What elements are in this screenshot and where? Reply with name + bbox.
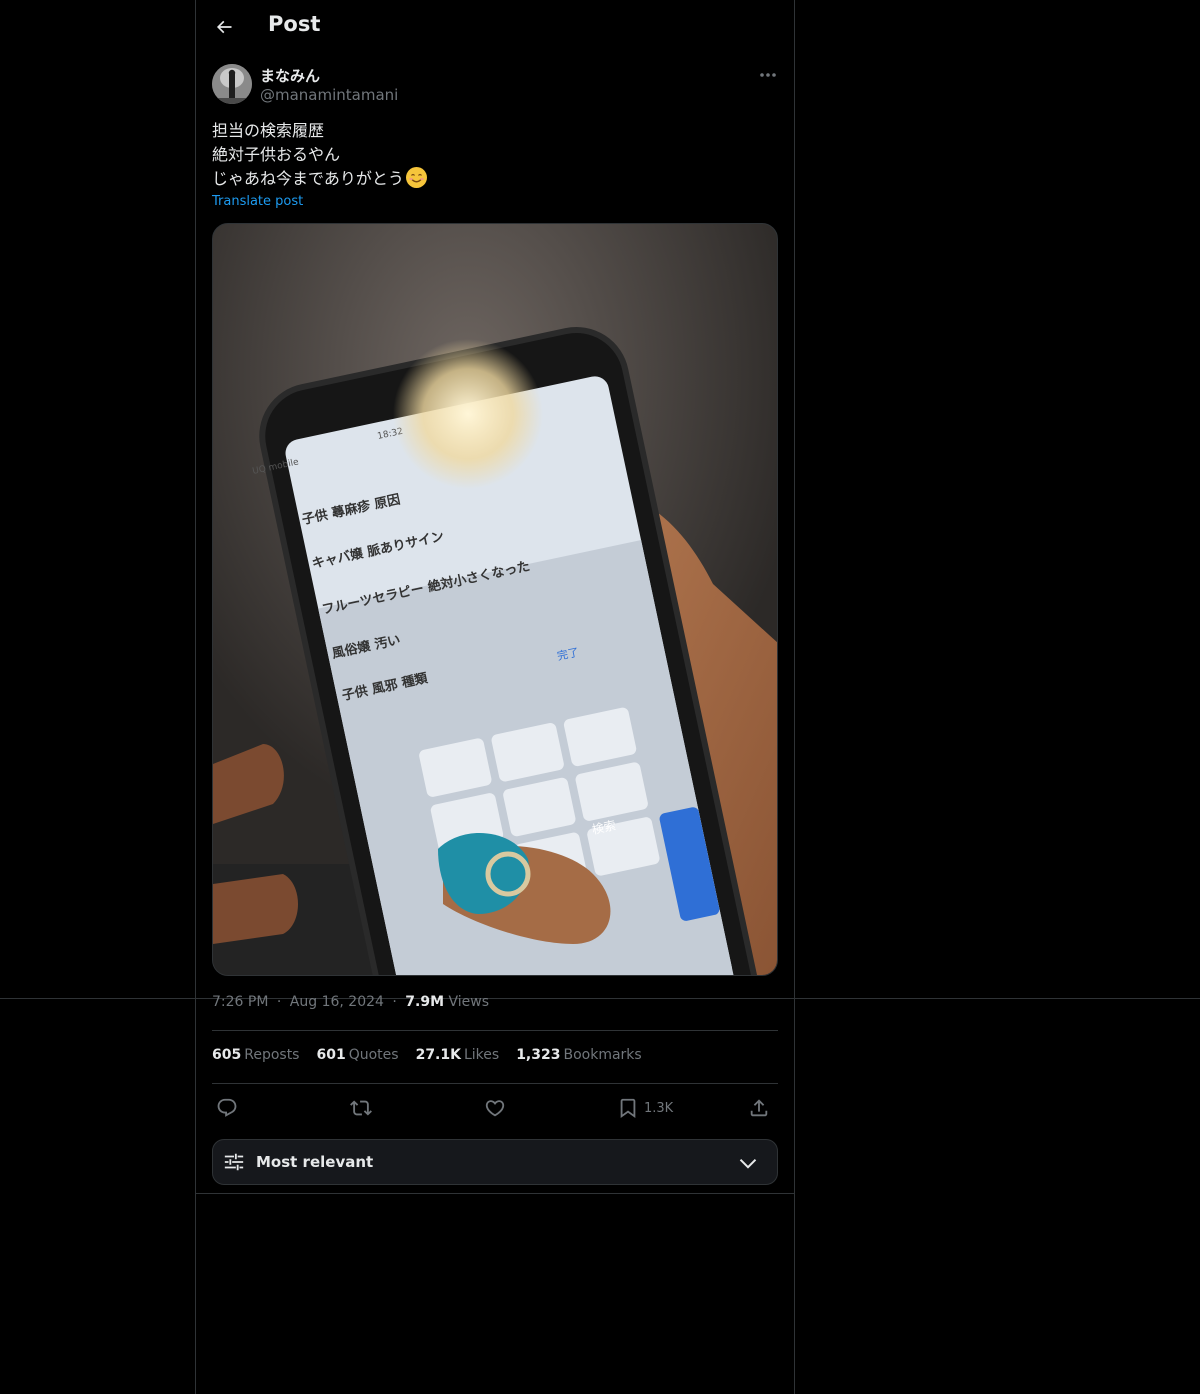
engagement-stats: 605 Reposts 601 Quotes 27.1K Likes 1,323 Bookma… bbox=[212, 1047, 659, 1063]
likes-stat[interactable]: 27.1K Likes bbox=[416, 1047, 500, 1063]
author-handle[interactable]: @manamintamani bbox=[260, 86, 398, 104]
post-actions: 1.3K bbox=[212, 1093, 778, 1123]
views-count: 7.9M bbox=[405, 994, 445, 1010]
views-label: Views bbox=[448, 994, 489, 1010]
bookmark-button[interactable]: 1.3K bbox=[617, 1093, 673, 1123]
post-line-1: 担当の検索履歴 bbox=[212, 121, 325, 140]
post-time[interactable]: 7:26 PM bbox=[212, 994, 268, 1010]
divider bbox=[212, 1083, 778, 1084]
avatar-photo bbox=[212, 64, 252, 104]
heart-icon bbox=[485, 1100, 505, 1117]
share-icon bbox=[750, 1099, 768, 1117]
phone-photo: 子供 蕁麻疹 原因 キャバ嬢 脈ありサイン フルーツセラピー 絶対小さくなった … bbox=[213, 224, 777, 975]
reposts-stat[interactable]: 605 Reposts bbox=[212, 1047, 299, 1063]
repost-button[interactable] bbox=[350, 1093, 372, 1123]
author-display-name[interactable]: まなみん bbox=[260, 65, 320, 86]
post-line-3: じゃあね今までありがとう bbox=[212, 167, 778, 191]
like-button[interactable] bbox=[484, 1093, 506, 1123]
repost-icon bbox=[350, 1100, 372, 1116]
more-dots-icon bbox=[760, 73, 776, 77]
translate-post-link[interactable]: Translate post bbox=[212, 194, 303, 209]
bookmark-icon bbox=[620, 1098, 636, 1119]
post-text: 担当の検索履歴 絶対子供おるやん じゃあね今までありがとう bbox=[212, 119, 778, 191]
more-options-button[interactable] bbox=[756, 64, 780, 86]
sliders-icon bbox=[224, 1153, 244, 1171]
reply-icon bbox=[217, 1098, 237, 1117]
post-date[interactable]: Aug 16, 2024 bbox=[290, 994, 384, 1010]
quotes-stat[interactable]: 601 Quotes bbox=[316, 1047, 398, 1063]
sort-label: Most relevant bbox=[256, 1153, 374, 1171]
post-photo[interactable]: 子供 蕁麻疹 原因 キャバ嬢 脈ありサイン フルーツセラピー 絶対小さくなった … bbox=[212, 223, 778, 976]
post-timestamp-row: 7:26 PM · Aug 16, 2024 · 7.9M Views bbox=[212, 994, 489, 1010]
reply-sort-selector[interactable]: Most relevant bbox=[212, 1139, 778, 1185]
bookmarks-stat[interactable]: 1,323 Bookmarks bbox=[516, 1047, 642, 1063]
smiling-face-icon bbox=[405, 167, 427, 188]
avatar[interactable] bbox=[212, 64, 252, 104]
main-column: Post まなみん @manamintamani 担当の検索履歴 絶対子供おるや… bbox=[195, 0, 795, 1394]
divider bbox=[196, 1193, 794, 1194]
reply-button[interactable] bbox=[216, 1093, 238, 1123]
arrow-left-icon bbox=[216, 20, 232, 34]
divider bbox=[212, 1030, 778, 1031]
post-line-2: 絶対子供おるやん bbox=[212, 145, 341, 164]
share-button[interactable] bbox=[748, 1093, 770, 1123]
page-title: Post bbox=[268, 12, 321, 36]
page-header: Post bbox=[196, 0, 794, 54]
bookmark-count: 1.3K bbox=[644, 1100, 674, 1116]
back-button[interactable] bbox=[208, 11, 240, 43]
chevron-down-icon bbox=[739, 1158, 757, 1169]
